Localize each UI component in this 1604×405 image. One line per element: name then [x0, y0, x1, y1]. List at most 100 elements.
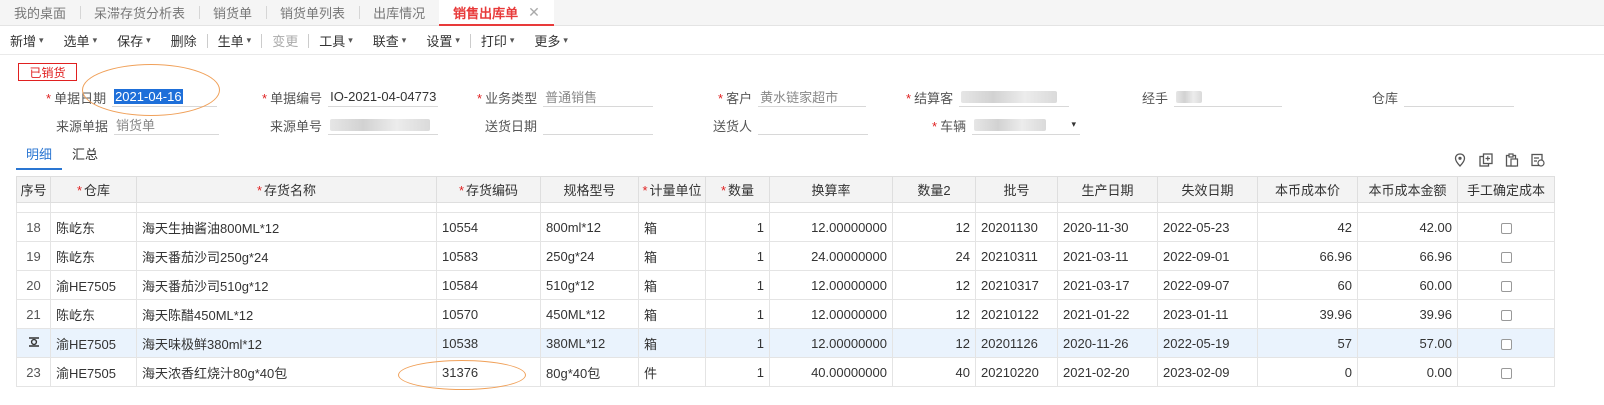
manual-cost-checkbox[interactable] [1500, 280, 1512, 292]
tab-desktop[interactable]: 我的桌面 [0, 0, 80, 25]
table-cell-qty[interactable]: 1 [705, 328, 770, 358]
table-cell-name[interactable]: 海天浓香红烧汁80g*40包 [136, 357, 437, 387]
delete-button[interactable]: 删除 [161, 27, 207, 55]
table-cell-prod[interactable]: 2020-11-30 [1057, 212, 1158, 242]
table-cell-qty2[interactable]: 40 [892, 357, 976, 387]
tab-sales-order[interactable]: 销货单 [199, 0, 266, 25]
warehouse-input[interactable] [1404, 87, 1515, 107]
table-cell-qty2[interactable]: 12 [892, 212, 976, 242]
table-cell-rate[interactable]: 24.00000000 [769, 241, 893, 271]
tools-button[interactable]: 工具 ▾ [309, 27, 363, 55]
table-cell-wh[interactable]: 渝HE7505 [50, 357, 137, 387]
location-icon[interactable] [1452, 152, 1468, 168]
table-cell-rate[interactable]: 12.00000000 [769, 299, 893, 329]
table-cell-wh[interactable]: 陈屹东 [50, 299, 137, 329]
col-header[interactable]: * 仓库 [50, 176, 137, 203]
table-cell-unit[interactable]: 箱 [638, 241, 706, 271]
table-cell-qty[interactable]: 1 [705, 270, 770, 300]
table-cell-batch[interactable]: 20210122 [975, 299, 1058, 329]
table-cell-qty2[interactable]: 12 [892, 328, 976, 358]
table-cell-idx[interactable]: 19 [16, 241, 51, 271]
table-cell-rate[interactable]: 40.00000000 [769, 357, 893, 387]
tab-outbound-status[interactable]: 出库情况 [359, 0, 439, 25]
col-header[interactable]: 数量2 [892, 176, 976, 203]
table-cell-amount[interactable]: 66.96 [1357, 241, 1458, 271]
date-input[interactable]: 2021-04-16 [112, 87, 218, 107]
table-row[interactable]: 20 渝HE7505 海天番茄沙司510g*12 10584 510g*12 箱 1 12.0… [16, 270, 1555, 300]
table-cell-spec[interactable]: 800ml*12 [540, 212, 639, 242]
table-cell-rate[interactable]: 12.00000000 [769, 270, 893, 300]
table-cell-qty[interactable]: 1 [705, 357, 770, 387]
table-cell-price[interactable]: 60 [1257, 270, 1358, 300]
close-icon[interactable]: ✕ [528, 4, 540, 21]
vehicle-select[interactable]: ▾ [972, 115, 1081, 135]
column-settings-icon[interactable] [1530, 152, 1546, 168]
table-cell-spec[interactable]: 80g*40包 [540, 357, 639, 387]
table-cell-rate[interactable]: 12.00000000 [769, 328, 893, 358]
settings-button[interactable]: 设置 ▾ [416, 27, 470, 55]
table-cell-batch[interactable]: 20210317 [975, 270, 1058, 300]
table-cell-code[interactable]: 10538 [436, 328, 541, 358]
table-cell-name[interactable]: 海天番茄沙司250g*24 [136, 241, 437, 271]
table-row[interactable]: 19 陈屹东 海天番茄沙司250g*24 10583 250g*24 箱 1 24.00000… [16, 241, 1555, 271]
col-header[interactable]: * 存货名称 [136, 176, 437, 203]
table-cell-exp[interactable]: 2022-09-07 [1157, 270, 1258, 300]
source-input[interactable]: 销货单 [114, 115, 220, 135]
table-cell-unit[interactable]: 箱 [638, 328, 706, 358]
table-cell-name[interactable]: 海天味极鲜380ml*12 [136, 328, 437, 358]
table-cell-code[interactable]: 10583 [436, 241, 541, 271]
handler-input[interactable] [1174, 87, 1283, 107]
more-button[interactable]: 更多 ▾ [524, 27, 578, 55]
table-cell-prod[interactable]: 2021-01-22 [1057, 299, 1158, 329]
table-row[interactable]: 渝HE7505 海天味极鲜380ml*12 10538 380ML*12 箱 1 12.00… [16, 328, 1555, 358]
table-row[interactable]: 21 陈屹东 海天陈醋450ML*12 10570 450ML*12 箱 1 12.00000… [16, 299, 1555, 329]
generate-button[interactable]: 生单 ▾ [208, 27, 262, 55]
table-cell-unit[interactable]: 箱 [638, 212, 706, 242]
table-cell-price[interactable]: 39.96 [1257, 299, 1358, 329]
table-cell-rate[interactable]: 12.00000000 [769, 212, 893, 242]
table-cell-qty2[interactable]: 12 [892, 299, 976, 329]
table-cell-idx[interactable]: 23 [16, 357, 51, 387]
table-cell-idx[interactable]: 18 [16, 212, 51, 242]
table-cell-spec[interactable]: 450ML*12 [540, 299, 639, 329]
table-cell-unit[interactable]: 箱 [638, 299, 706, 329]
table-cell-exp[interactable]: 2023-01-11 [1157, 299, 1258, 329]
query-button[interactable]: 联查 ▾ [363, 27, 417, 55]
manual-cost-checkbox[interactable] [1500, 309, 1512, 321]
table-cell-batch[interactable]: 20201126 [975, 328, 1058, 358]
col-header[interactable]: 本币成本金额 [1357, 176, 1458, 203]
select-button[interactable]: 选单 ▾ [54, 27, 108, 55]
table-cell-code[interactable]: 10584 [436, 270, 541, 300]
col-header[interactable]: * 计量单位 [638, 176, 706, 203]
col-header[interactable]: 规格型号 [540, 176, 639, 203]
table-cell-batch[interactable]: 20201130 [975, 212, 1058, 242]
col-header[interactable]: * 数量 [705, 176, 770, 203]
new-button[interactable]: 新增 ▾ [0, 27, 54, 55]
table-cell-exp[interactable]: 2022-09-01 [1157, 241, 1258, 271]
save-button[interactable]: 保存 ▾ [107, 27, 161, 55]
table-cell-amount[interactable]: 39.96 [1357, 299, 1458, 329]
table-row[interactable]: 23 渝HE7505 海天浓香红烧汁80g*40包 31376 80g*40包件 1 40.… [16, 357, 1555, 387]
table-cell-exp[interactable]: 2022-05-19 [1157, 328, 1258, 358]
table-cell-qty[interactable]: 1 [705, 212, 770, 242]
manual-cost-checkbox[interactable] [1500, 338, 1512, 350]
col-header[interactable]: 生产日期 [1057, 176, 1158, 203]
table-cell-batch[interactable]: 20210220 [975, 357, 1058, 387]
col-header[interactable]: 批号 [975, 176, 1058, 203]
table-cell-unit[interactable]: 箱 [638, 270, 706, 300]
table-cell-prod[interactable]: 2021-03-11 [1057, 241, 1158, 271]
table-cell-batch[interactable]: 20210311 [975, 241, 1058, 271]
table-cell-wh[interactable]: 陈屹东 [50, 241, 137, 271]
table-cell-idx[interactable]: 21 [16, 299, 51, 329]
col-header[interactable]: 换算率 [769, 176, 893, 203]
table-cell-wh[interactable]: 陈屹东 [50, 212, 137, 242]
table-cell-price[interactable]: 57 [1257, 328, 1358, 358]
table-cell-qty2[interactable]: 24 [892, 241, 976, 271]
tab-detail[interactable]: 明细 [16, 144, 63, 170]
print-button[interactable]: 打印 ▾ [471, 27, 525, 55]
change-button[interactable]: 变更 [262, 27, 308, 55]
col-header[interactable]: 序号 [16, 176, 51, 203]
manual-cost-checkbox[interactable] [1500, 367, 1512, 379]
col-header[interactable]: * 存货编码 [436, 176, 541, 203]
table-cell-wh[interactable]: 渝HE7505 [50, 270, 137, 300]
